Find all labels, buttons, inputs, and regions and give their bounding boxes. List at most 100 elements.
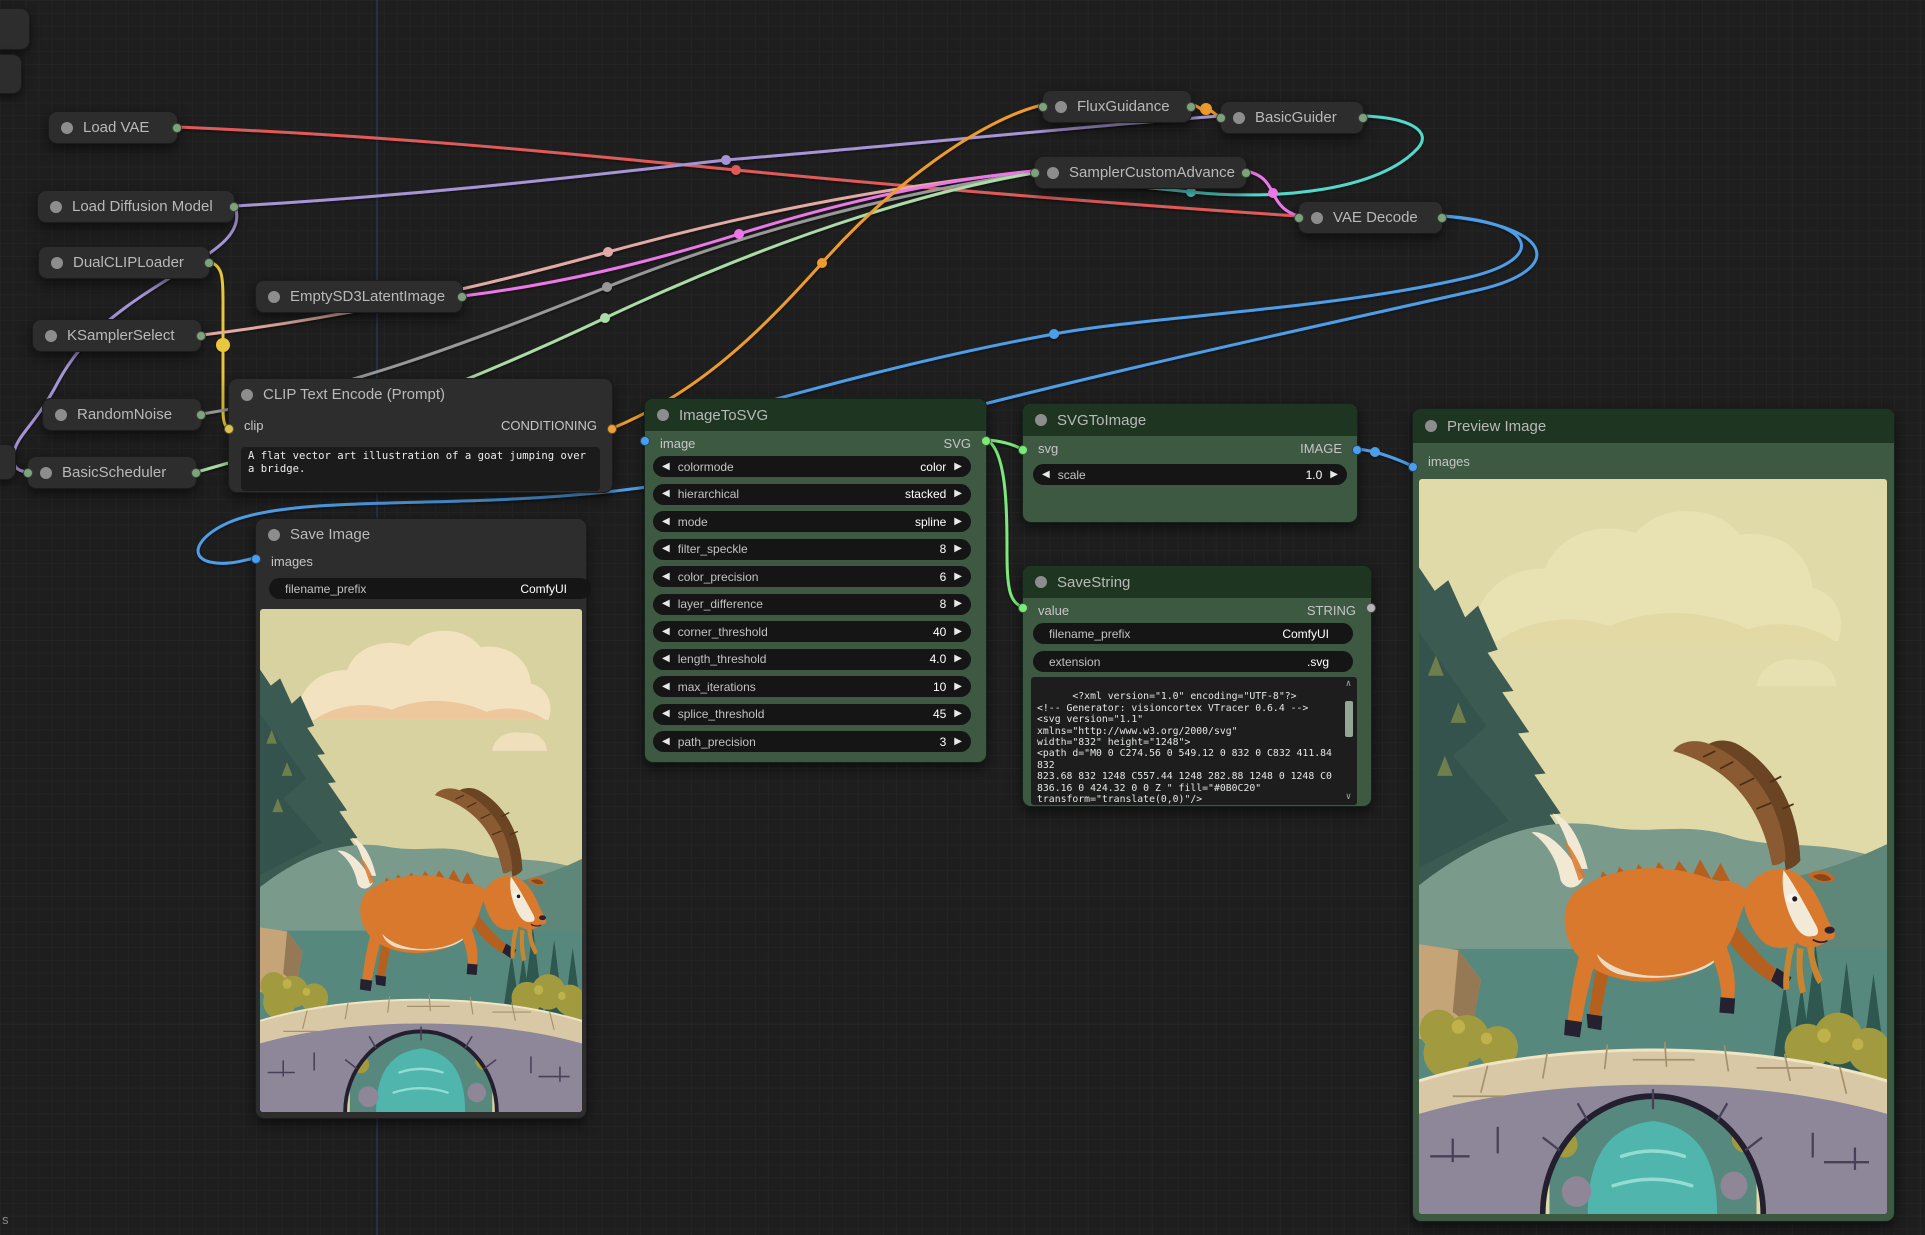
input-port-clip[interactable] xyxy=(224,424,234,434)
collapse-dot-icon[interactable] xyxy=(1035,414,1047,426)
collapse-dot-icon[interactable] xyxy=(657,409,669,421)
collapse-dot-icon[interactable] xyxy=(51,257,63,269)
node-samplercustomadvance[interactable]: SamplerCustomAdvance xyxy=(1034,156,1247,189)
node-graph-canvas[interactable]: Load VAE Load Diffusion Model DualCLIPLo… xyxy=(0,0,1925,1235)
collapse-dot-icon[interactable] xyxy=(268,529,280,541)
output-port-noise[interactable] xyxy=(196,410,206,420)
scrollbar[interactable]: ∧ ∨ xyxy=(1342,679,1355,803)
input-port-images[interactable] xyxy=(251,554,261,564)
link-dot[interactable] xyxy=(734,229,744,239)
decrement-arrow-icon[interactable]: ◀ xyxy=(1042,470,1050,480)
widget-filename-prefix[interactable]: filename_prefix ComfyUI xyxy=(1033,623,1353,644)
node-title-bar[interactable]: Preview Image xyxy=(1413,409,1894,443)
link-dot[interactable] xyxy=(602,282,612,292)
scroll-up-icon[interactable]: ∧ xyxy=(1346,679,1351,690)
link-dot[interactable] xyxy=(1268,188,1278,198)
node-emptysd3latentimage[interactable]: EmptySD3LatentImage xyxy=(255,280,463,313)
increment-arrow-icon[interactable]: ▶ xyxy=(954,489,962,499)
output-port-string[interactable] xyxy=(1366,603,1376,613)
input-port-multi[interactable] xyxy=(1030,168,1040,178)
node-title-bar[interactable]: SaveString xyxy=(1023,566,1371,598)
widget-layer-difference[interactable]: ◀ layer_difference 8 ▶ xyxy=(653,594,971,615)
widget-scale[interactable]: ◀ scale 1.0 ▶ xyxy=(1033,464,1347,485)
collapse-dot-icon[interactable] xyxy=(241,389,253,401)
increment-arrow-icon[interactable]: ▶ xyxy=(954,737,962,747)
input-port-image[interactable] xyxy=(640,436,650,446)
output-port-image[interactable] xyxy=(1437,213,1447,223)
decrement-arrow-icon[interactable]: ◀ xyxy=(662,599,670,609)
output-port-sampler[interactable] xyxy=(196,331,206,341)
collapse-dot-icon[interactable] xyxy=(1233,112,1245,124)
collapse-dot-icon[interactable] xyxy=(50,201,62,213)
increment-arrow-icon[interactable]: ▶ xyxy=(954,572,962,582)
link-dot[interactable] xyxy=(817,258,827,268)
input-port-value[interactable] xyxy=(1018,603,1028,613)
collapse-dot-icon[interactable] xyxy=(40,467,52,479)
decrement-arrow-icon[interactable]: ◀ xyxy=(662,654,670,664)
saved-image-preview[interactable] xyxy=(260,609,582,1112)
input-port-model[interactable] xyxy=(23,468,33,478)
decrement-arrow-icon[interactable]: ◀ xyxy=(662,709,670,719)
decrement-arrow-icon[interactable]: ◀ xyxy=(662,544,670,554)
collapse-dot-icon[interactable] xyxy=(1035,576,1047,588)
widget-filter-speckle[interactable]: ◀ filter_speckle 8 ▶ xyxy=(653,539,971,560)
node-savestring[interactable]: SaveString value STRING filename_prefix … xyxy=(1022,565,1372,807)
node-clip-text-encode[interactable]: CLIP Text Encode (Prompt) clip CONDITION… xyxy=(228,378,613,493)
collapse-dot-icon[interactable] xyxy=(61,122,73,134)
output-port-sigmas[interactable] xyxy=(191,468,201,478)
link-dot[interactable] xyxy=(603,247,613,257)
node-save-image[interactable]: Save Image images filename_prefix ComfyU… xyxy=(255,518,587,1119)
prompt-textarea[interactable]: A flat vector art illustration of a goat… xyxy=(241,447,600,491)
output-port-conditioning[interactable] xyxy=(1186,102,1196,112)
input-port-conditioning[interactable] xyxy=(1038,102,1048,112)
widget-colormode[interactable]: ◀ colormode color ▶ xyxy=(653,456,971,477)
input-port-samples[interactable] xyxy=(1294,213,1304,223)
preview-image-output[interactable] xyxy=(1419,479,1887,1214)
node-load-diffusion-model[interactable]: Load Diffusion Model xyxy=(37,190,235,223)
node-title-bar[interactable]: CLIP Text Encode (Prompt) xyxy=(229,379,612,410)
increment-arrow-icon[interactable]: ▶ xyxy=(954,517,962,527)
widget-corner-threshold[interactable]: ◀ corner_threshold 40 ▶ xyxy=(653,621,971,642)
node-randomnoise[interactable]: RandomNoise xyxy=(42,398,202,431)
widget-splice-threshold[interactable]: ◀ splice_threshold 45 ▶ xyxy=(653,704,971,725)
offscreen-node-fragment[interactable] xyxy=(0,54,22,94)
collapse-dot-icon[interactable] xyxy=(1047,167,1059,179)
increment-arrow-icon[interactable]: ▶ xyxy=(954,462,962,472)
decrement-arrow-icon[interactable]: ◀ xyxy=(662,517,670,527)
output-port-vae[interactable] xyxy=(172,123,182,133)
collapse-dot-icon[interactable] xyxy=(1425,420,1437,432)
increment-arrow-icon[interactable]: ▶ xyxy=(954,544,962,554)
output-port-guider[interactable] xyxy=(1358,113,1368,123)
node-title-bar[interactable]: SVGToImage xyxy=(1023,404,1357,436)
link-dot[interactable] xyxy=(1370,447,1380,457)
widget-path-precision[interactable]: ◀ path_precision 3 ▶ xyxy=(653,731,971,752)
offscreen-node-fragment[interactable] xyxy=(0,8,30,50)
increment-arrow-icon[interactable]: ▶ xyxy=(954,599,962,609)
widget-extension[interactable]: extension .svg xyxy=(1033,651,1353,672)
widget-max-iterations[interactable]: ◀ max_iterations 10 ▶ xyxy=(653,676,971,697)
node-title-bar[interactable]: ImageToSVG xyxy=(645,399,986,431)
node-vae-decode[interactable]: VAE Decode xyxy=(1298,201,1443,234)
node-svgtoimage[interactable]: SVGToImage svg IMAGE ◀ scale 1.0 ▶ xyxy=(1022,403,1358,523)
link-dot[interactable] xyxy=(1200,103,1212,115)
link-dot[interactable] xyxy=(216,338,230,352)
decrement-arrow-icon[interactable]: ◀ xyxy=(662,737,670,747)
input-port-conditioning[interactable] xyxy=(1216,113,1226,123)
increment-arrow-icon[interactable]: ▶ xyxy=(1330,470,1338,480)
collapse-dot-icon[interactable] xyxy=(268,291,280,303)
node-fluxguidance[interactable]: FluxGuidance xyxy=(1042,90,1192,123)
link-dot[interactable] xyxy=(1049,329,1059,339)
node-ksamplerselect[interactable]: KSamplerSelect xyxy=(32,319,202,352)
decrement-arrow-icon[interactable]: ◀ xyxy=(662,489,670,499)
increment-arrow-icon[interactable]: ▶ xyxy=(954,654,962,664)
offscreen-node-fragment[interactable] xyxy=(0,444,16,480)
increment-arrow-icon[interactable]: ▶ xyxy=(954,627,962,637)
decrement-arrow-icon[interactable]: ◀ xyxy=(662,572,670,582)
node-title-bar[interactable]: Save Image xyxy=(256,519,586,550)
output-port-latent[interactable] xyxy=(457,292,467,302)
input-port-svg[interactable] xyxy=(1018,445,1028,455)
node-preview-image[interactable]: Preview Image images xyxy=(1412,408,1895,1222)
link-dot[interactable] xyxy=(731,165,741,175)
link-dot[interactable] xyxy=(600,313,610,323)
collapse-dot-icon[interactable] xyxy=(55,409,67,421)
